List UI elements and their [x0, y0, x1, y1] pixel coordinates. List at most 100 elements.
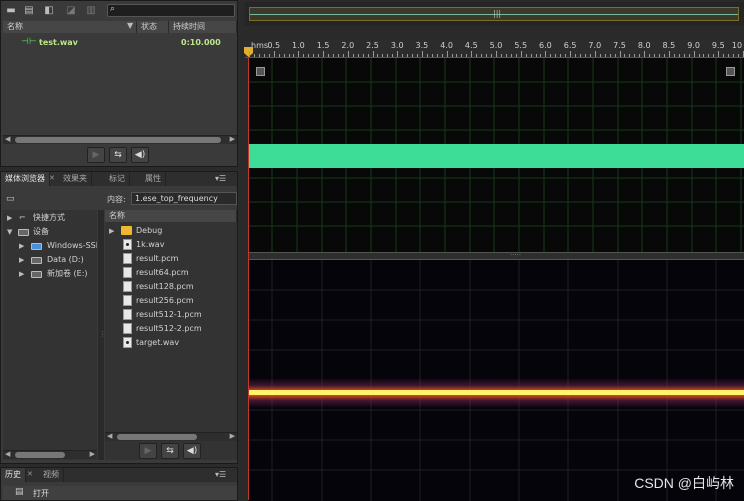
time-ruler[interactable]: hms 0.5 1.0 1.5 2.0 2.5 3.0 3.5 4.0 4.5 5.0 5.5 6.0…: [244, 40, 744, 58]
tree-item-volume-e[interactable]: ▶ 新加卷 (E:): [3, 267, 97, 281]
ruler-tick: [486, 54, 488, 57]
divider-grip-icon[interactable]: ·····: [510, 251, 521, 259]
file-row-result512-1[interactable]: result512-1.pcm: [105, 308, 237, 322]
preview-loop-button[interactable]: ⇆: [161, 443, 179, 459]
volume-button[interactable]: ◀): [131, 147, 149, 163]
panel-menu-icon[interactable]: ▾☰: [215, 470, 226, 479]
content-path-value: 1.ese_top_frequency: [135, 194, 218, 203]
expand-icon[interactable]: ▶: [7, 211, 12, 225]
expand-icon[interactable]: ▶: [19, 267, 24, 281]
tab-markers[interactable]: 标记: [105, 172, 130, 186]
scroll-thumb[interactable]: [117, 434, 197, 440]
ruler-label: 6.5: [563, 41, 577, 50]
file-item[interactable]: ⊣⊢ test.wav 0:10.000: [3, 36, 237, 50]
column-status-header[interactable]: 状态: [137, 21, 169, 33]
spectral-view[interactable]: [248, 260, 744, 501]
file-row-result512-2[interactable]: result512-2.pcm: [105, 322, 237, 336]
ruler-tick: [466, 54, 468, 57]
scroll-left-icon[interactable]: ◀: [107, 432, 112, 440]
ruler-tick: [273, 51, 275, 57]
expand-icon[interactable]: ▶: [19, 253, 24, 267]
ruler-tick: [491, 54, 493, 57]
tree-item-windows-ssd[interactable]: ▶ Windows-SSD: [3, 239, 97, 253]
open-folder-icon[interactable]: ▬: [3, 4, 19, 17]
view-divider[interactable]: ·····: [248, 251, 744, 260]
scroll-right-icon[interactable]: ▶: [230, 135, 235, 143]
zoom-navigator-bar[interactable]: |||: [249, 7, 739, 21]
file-row-result-pcm[interactable]: result.pcm: [105, 252, 237, 266]
ruler-tick: [575, 54, 577, 57]
ruler-tick: [431, 54, 433, 57]
column-name-header[interactable]: 名称: [3, 21, 137, 33]
file-list-name-header[interactable]: 名称: [105, 210, 237, 222]
collapse-icon[interactable]: ▼: [7, 225, 12, 239]
history-panel: 历史 ✕ 视频 ▾☰ ▤ 打开: [0, 467, 238, 501]
preview-volume-button[interactable]: ◀): [183, 443, 201, 459]
tab-media-browser[interactable]: 媒体浏览器: [1, 172, 50, 186]
play-button[interactable]: ▶: [87, 147, 105, 163]
ruler-tick: [594, 51, 596, 57]
ruler-tick: [308, 54, 310, 57]
files-scrollbar[interactable]: ◀ ▶: [3, 135, 237, 144]
ruler-tick: [535, 54, 537, 57]
scroll-left-icon[interactable]: ◀: [5, 135, 10, 143]
scroll-right-icon[interactable]: ▶: [90, 450, 95, 458]
fade-in-handle-icon[interactable]: [256, 67, 265, 76]
ruler-tick: [624, 54, 626, 57]
tree-label: Data (D:): [47, 255, 84, 264]
ruler-label: 7.5: [613, 41, 626, 50]
file-list-scrollbar[interactable]: ◀ ▶: [105, 432, 237, 441]
ruler-tick: [693, 51, 695, 57]
open-file-icon[interactable]: ▤: [21, 4, 37, 17]
ruler-tick: [520, 51, 522, 57]
preview-play-button[interactable]: ▶: [139, 443, 157, 459]
tab-properties[interactable]: 属性: [141, 172, 166, 186]
tab-close-icon[interactable]: ✕: [49, 174, 55, 182]
file-row-result128[interactable]: result128.pcm: [105, 280, 237, 294]
search-icon: ⌕: [110, 4, 116, 14]
file-row-target-wav[interactable]: target.wav: [105, 336, 237, 350]
file-row-debug[interactable]: ▶ Debug: [105, 224, 237, 238]
import-icon[interactable]: ◧: [41, 4, 57, 17]
panel-menu-icon[interactable]: ▾☰: [215, 174, 226, 183]
scroll-left-icon[interactable]: ◀: [5, 450, 10, 458]
column-duration-header[interactable]: 持续时间: [169, 21, 237, 33]
ruler-tick: [639, 54, 641, 57]
tab-effects[interactable]: 效果夹: [59, 172, 92, 186]
ruler-tick: [584, 54, 586, 57]
scroll-thumb[interactable]: [15, 452, 65, 458]
tab-video[interactable]: 视频: [39, 468, 64, 482]
tab-history[interactable]: 历史: [1, 468, 26, 482]
tab-close-icon[interactable]: ✕: [27, 470, 33, 478]
file-row-result256[interactable]: result256.pcm: [105, 294, 237, 308]
fade-out-handle-icon[interactable]: [726, 67, 735, 76]
drive-menu-icon[interactable]: ▭: [6, 194, 15, 204]
tree-scrollbar[interactable]: ◀ ▶: [3, 450, 97, 459]
search-input[interactable]: ⌕: [107, 4, 235, 17]
scroll-right-icon[interactable]: ▶: [230, 432, 235, 440]
ruler-tick: [288, 54, 290, 57]
navigator-grip-icon[interactable]: |||: [493, 9, 501, 18]
ruler-tick: [481, 54, 483, 57]
delete-icon[interactable]: ▥: [83, 4, 99, 17]
ruler-tick: [328, 54, 330, 57]
content-path-field[interactable]: 1.ese_top_frequency: [131, 192, 237, 205]
waveform-view[interactable]: [248, 58, 744, 252]
sort-dropdown-icon[interactable]: ▼: [127, 21, 133, 30]
ruler-tick: [510, 54, 512, 57]
file-row-result64[interactable]: result64.pcm: [105, 266, 237, 280]
tree-item-devices[interactable]: ▼ 设备: [3, 225, 97, 239]
ruler-tick: [362, 54, 364, 57]
expand-icon[interactable]: ▶: [19, 239, 24, 253]
ruler-tick: [293, 54, 295, 57]
expand-icon[interactable]: ▶: [109, 224, 114, 238]
tree-item-shortcuts[interactable]: ▶ ⌐ 快捷方式: [3, 211, 97, 225]
history-item[interactable]: ▤ 打开: [3, 486, 237, 500]
file-row-1k-wav[interactable]: 1k.wav: [105, 238, 237, 252]
scroll-thumb[interactable]: [15, 137, 221, 143]
tree-item-data-d[interactable]: ▶ Data (D:): [3, 253, 97, 267]
overview-navigator[interactable]: |||: [245, 2, 744, 26]
insert-icon[interactable]: ◪: [63, 4, 79, 17]
ruler-tick: [550, 54, 552, 57]
loop-button[interactable]: ⇆: [109, 147, 127, 163]
